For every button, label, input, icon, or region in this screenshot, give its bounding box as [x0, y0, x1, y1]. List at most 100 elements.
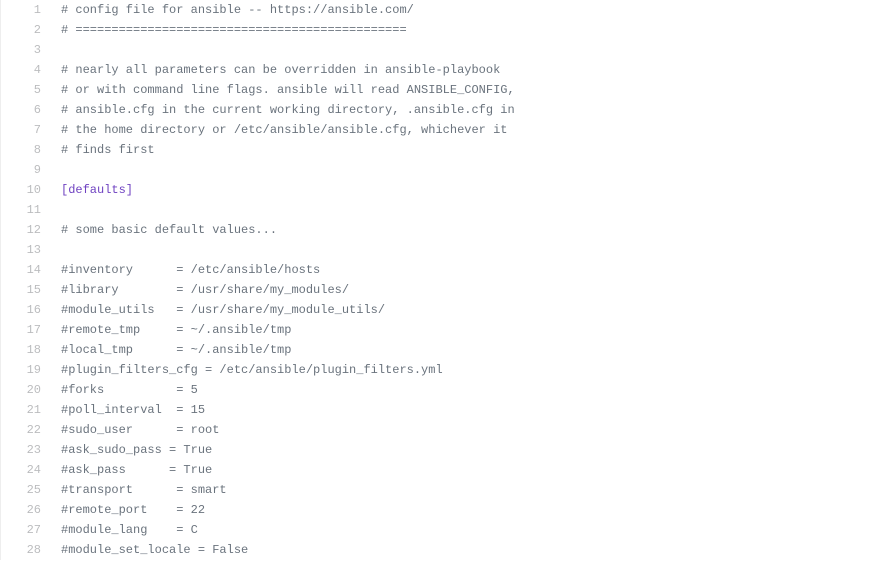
- ini-comment: # nearly all parameters can be overridde…: [61, 63, 500, 77]
- ini-comment: # config file for ansible -- https://ans…: [61, 3, 414, 17]
- code-line: 4 # nearly all parameters can be overridd…: [1, 60, 885, 80]
- line-content: #inventory = /etc/ansible/hosts: [51, 260, 885, 280]
- code-line: 8 # finds first: [1, 140, 885, 160]
- line-number: 8: [1, 140, 51, 160]
- line-number: 21: [1, 400, 51, 420]
- code-line: 19 #plugin_filters_cfg = /etc/ansible/plu…: [1, 360, 885, 380]
- code-line: 1 # config file for ansible -- https://an…: [1, 0, 885, 20]
- code-line: 5 # or with command line flags. ansible w…: [1, 80, 885, 100]
- line-number: 27: [1, 520, 51, 540]
- code-viewer: 1 # config file for ansible -- https://an…: [0, 0, 885, 560]
- code-line: 13: [1, 240, 885, 260]
- line-number: 25: [1, 480, 51, 500]
- line-number: 1: [1, 0, 51, 20]
- code-line: 2 # =====================================…: [1, 20, 885, 40]
- line-number: 14: [1, 260, 51, 280]
- line-content: #local_tmp = ~/.ansible/tmp: [51, 340, 885, 360]
- ini-comment: #ask_pass = True: [61, 463, 212, 477]
- line-number: 20: [1, 380, 51, 400]
- code-line: 20 #forks = 5: [1, 380, 885, 400]
- line-number: 24: [1, 460, 51, 480]
- line-number: 18: [1, 340, 51, 360]
- line-content: #sudo_user = root: [51, 420, 885, 440]
- ini-comment: #ask_sudo_pass = True: [61, 443, 212, 457]
- line-content: #module_lang = C: [51, 520, 885, 540]
- line-content: #poll_interval = 15: [51, 400, 885, 420]
- line-content: # nearly all parameters can be overridde…: [51, 60, 885, 80]
- code-line: 28 #module_set_locale = False: [1, 540, 885, 560]
- ini-comment: #plugin_filters_cfg = /etc/ansible/plugi…: [61, 363, 443, 377]
- ini-comment: #remote_tmp = ~/.ansible/tmp: [61, 323, 291, 337]
- ini-comment: # the home directory or /etc/ansible/ans…: [61, 123, 507, 137]
- line-content: #remote_tmp = ~/.ansible/tmp: [51, 320, 885, 340]
- line-content: [51, 40, 885, 60]
- ini-comment: # some basic default values...: [61, 223, 277, 237]
- line-content: [51, 240, 885, 260]
- code-line: 18 #local_tmp = ~/.ansible/tmp: [1, 340, 885, 360]
- ini-section-header: [defaults]: [61, 183, 133, 197]
- ini-comment: # ansible.cfg in the current working dir…: [61, 103, 515, 117]
- ini-comment: #poll_interval = 15: [61, 403, 205, 417]
- line-number: 10: [1, 180, 51, 200]
- ini-comment: #module_lang = C: [61, 523, 198, 537]
- ini-comment: #module_set_locale = False: [61, 543, 248, 557]
- code-line: 14 #inventory = /etc/ansible/hosts: [1, 260, 885, 280]
- ini-comment: # ======================================…: [61, 23, 407, 37]
- line-content: # ======================================…: [51, 20, 885, 40]
- ini-comment: #transport = smart: [61, 483, 227, 497]
- line-content: # config file for ansible -- https://ans…: [51, 0, 885, 20]
- line-number: 2: [1, 20, 51, 40]
- code-line: 25 #transport = smart: [1, 480, 885, 500]
- code-line: 15 #library = /usr/share/my_modules/: [1, 280, 885, 300]
- line-number: 6: [1, 100, 51, 120]
- code-line: 6 # ansible.cfg in the current working di…: [1, 100, 885, 120]
- ini-comment: # or with command line flags. ansible wi…: [61, 83, 515, 97]
- line-number: 4: [1, 60, 51, 80]
- code-line: 27 #module_lang = C: [1, 520, 885, 540]
- line-number: 19: [1, 360, 51, 380]
- ini-comment: #sudo_user = root: [61, 423, 219, 437]
- ini-comment: #library = /usr/share/my_modules/: [61, 283, 349, 297]
- ini-comment: #inventory = /etc/ansible/hosts: [61, 263, 320, 277]
- code-line: 11: [1, 200, 885, 220]
- line-number: 9: [1, 160, 51, 180]
- code-line: 26 #remote_port = 22: [1, 500, 885, 520]
- line-number: 15: [1, 280, 51, 300]
- line-content: #plugin_filters_cfg = /etc/ansible/plugi…: [51, 360, 885, 380]
- code-line: 16 #module_utils = /usr/share/my_module_u…: [1, 300, 885, 320]
- line-number: 22: [1, 420, 51, 440]
- line-number: 5: [1, 80, 51, 100]
- line-number: 12: [1, 220, 51, 240]
- line-number: 7: [1, 120, 51, 140]
- line-number: 28: [1, 540, 51, 560]
- line-number: 26: [1, 500, 51, 520]
- code-line: 7 # the home directory or /etc/ansible/an…: [1, 120, 885, 140]
- line-number: 3: [1, 40, 51, 60]
- line-content: #transport = smart: [51, 480, 885, 500]
- ini-comment: #module_utils = /usr/share/my_module_uti…: [61, 303, 385, 317]
- line-content: #library = /usr/share/my_modules/: [51, 280, 885, 300]
- line-content: #forks = 5: [51, 380, 885, 400]
- line-content: # finds first: [51, 140, 885, 160]
- code-line: 24 #ask_pass = True: [1, 460, 885, 480]
- line-number: 16: [1, 300, 51, 320]
- line-content: #remote_port = 22: [51, 500, 885, 520]
- code-line: 22 #sudo_user = root: [1, 420, 885, 440]
- code-line: 12 # some basic default values...: [1, 220, 885, 240]
- line-content: #module_set_locale = False: [51, 540, 885, 560]
- line-content: [51, 200, 885, 220]
- code-line: 9: [1, 160, 885, 180]
- line-number: 13: [1, 240, 51, 260]
- ini-comment: #local_tmp = ~/.ansible/tmp: [61, 343, 291, 357]
- code-line: 10 [defaults]: [1, 180, 885, 200]
- ini-comment: #remote_port = 22: [61, 503, 205, 517]
- line-content: # or with command line flags. ansible wi…: [51, 80, 885, 100]
- line-content: # the home directory or /etc/ansible/ans…: [51, 120, 885, 140]
- code-line: 17#remote_tmp = ~/.ansible/tmp: [1, 320, 885, 340]
- line-content: #module_utils = /usr/share/my_module_uti…: [51, 300, 885, 320]
- line-number: 23: [1, 440, 51, 460]
- code-line: 23 #ask_sudo_pass = True: [1, 440, 885, 460]
- line-content: [51, 160, 885, 180]
- ini-comment: #forks = 5: [61, 383, 198, 397]
- ini-comment: # finds first: [61, 143, 155, 157]
